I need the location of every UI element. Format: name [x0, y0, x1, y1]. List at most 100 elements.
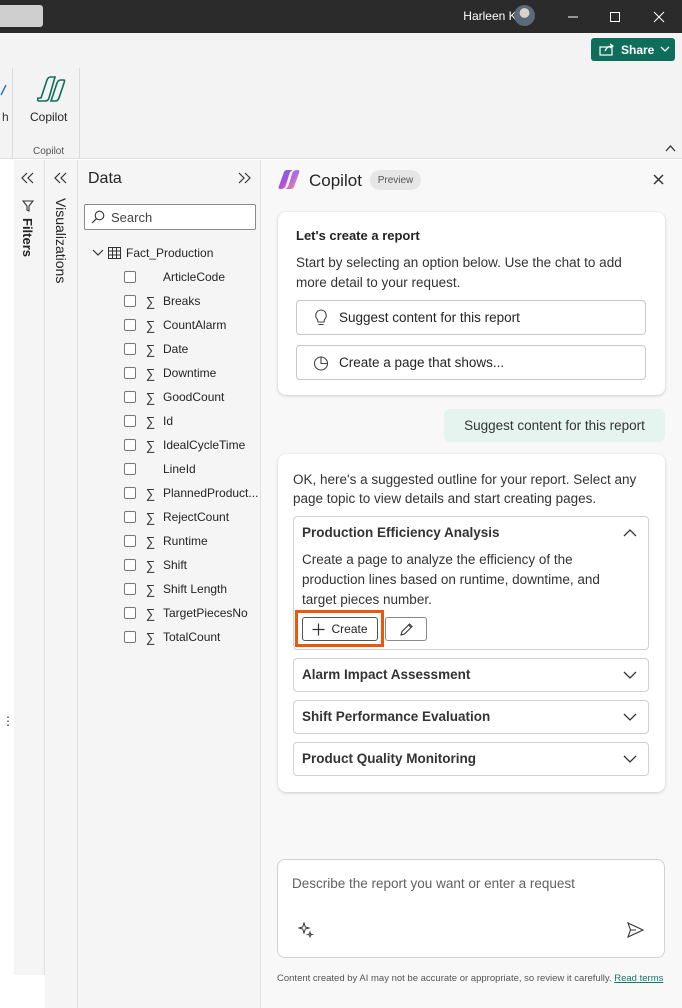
- field-checkbox[interactable]: [124, 607, 136, 619]
- field-checkbox[interactable]: [124, 319, 136, 331]
- minimize-icon: [568, 16, 578, 17]
- chevron-down-icon[interactable]: [623, 710, 637, 724]
- suggest-content-button[interactable]: Suggest content for this report: [296, 300, 646, 335]
- field-row[interactable]: ∑ IdealCycleTime: [124, 433, 245, 457]
- field-row[interactable]: ∑ Shift Length: [124, 577, 227, 601]
- send-icon[interactable]: [627, 922, 644, 938]
- field-checkbox[interactable]: [124, 631, 136, 643]
- field-name: PlannedProduct...: [163, 486, 259, 500]
- topic-description-line1: Create a page to analyze the efficiency …: [302, 552, 573, 567]
- field-row[interactable]: ∑ CountAlarm: [124, 313, 226, 337]
- field-checkbox[interactable]: [124, 463, 136, 475]
- field-row[interactable]: ∑ Downtime: [124, 361, 216, 385]
- intro-text-line2: more detail to your request.: [296, 275, 461, 290]
- field-row[interactable]: ∑ Shift: [124, 553, 187, 577]
- sparkle-icon[interactable]: [298, 922, 314, 938]
- field-name: GoodCount: [163, 390, 225, 404]
- copilot-ribbon-button[interactable]: Copilot: [22, 70, 78, 130]
- topic-description-line2: production lines based on runtime, downt…: [302, 572, 600, 587]
- field-name: Shift: [163, 558, 188, 572]
- sigma-icon: ∑: [145, 293, 156, 309]
- collapse-ribbon-icon[interactable]: [665, 144, 676, 152]
- edit-button[interactable]: [385, 617, 427, 641]
- field-row[interactable]: ∑ TotalCount: [124, 625, 220, 649]
- field-checkbox[interactable]: [124, 367, 136, 379]
- share-icon: [599, 43, 615, 56]
- field-row[interactable]: ArticleCode: [124, 265, 225, 289]
- close-copilot-icon[interactable]: [653, 174, 664, 185]
- field-checkbox[interactable]: [124, 439, 136, 451]
- field-checkbox[interactable]: [124, 511, 136, 523]
- topic-title[interactable]: Shift Performance Evaluation: [302, 709, 490, 724]
- read-terms-link-part2[interactable]: terms: [640, 973, 664, 984]
- field-checkbox[interactable]: [124, 295, 136, 307]
- chevron-down-icon[interactable]: [623, 752, 637, 766]
- topic-title[interactable]: Product Quality Monitoring: [302, 751, 476, 766]
- search-placeholder: Search: [111, 209, 153, 225]
- more-dots[interactable]: ⋮: [2, 714, 14, 728]
- field-checkbox[interactable]: [124, 271, 136, 283]
- table-icon: [108, 247, 121, 259]
- field-name: Runtime: [163, 534, 208, 548]
- field-checkbox[interactable]: [124, 535, 136, 547]
- sigma-icon: ∑: [145, 413, 156, 429]
- read-terms-link[interactable]: Read terms: [614, 973, 663, 984]
- field-name: TotalCount: [163, 630, 221, 644]
- topic-title[interactable]: Alarm Impact Assessment: [302, 667, 470, 682]
- field-name: Downtime: [163, 366, 217, 380]
- field-row[interactable]: ∑ RejectCount: [124, 505, 229, 529]
- copilot-ribbon-label: Copilot: [30, 110, 68, 124]
- field-row[interactable]: ∑ Runtime: [124, 529, 208, 553]
- field-row[interactable]: ∑ Breaks: [124, 289, 200, 313]
- expand-filters-icon[interactable]: [21, 172, 34, 184]
- copilot-title: Copilot: [309, 171, 362, 190]
- field-row[interactable]: ∑ PlannedProduct...: [124, 481, 258, 505]
- field-checkbox[interactable]: [124, 415, 136, 427]
- field-checkbox[interactable]: [124, 559, 136, 571]
- field-checkbox[interactable]: [124, 343, 136, 355]
- field-name: ArticleCode: [163, 270, 226, 284]
- copilot-logo-icon: [278, 170, 300, 189]
- search-input[interactable]: Search: [84, 204, 256, 230]
- maximize-button[interactable]: [592, 0, 638, 33]
- close-window-button[interactable]: [636, 0, 682, 33]
- chat-input[interactable]: [277, 859, 665, 958]
- visualizations-label[interactable]: Visualizations: [53, 198, 69, 283]
- minimize-button[interactable]: [550, 0, 596, 33]
- sigma-icon: ∑: [145, 509, 156, 525]
- create-page-button[interactable]: Create a page that shows...: [296, 345, 646, 380]
- title-search-box[interactable]: [0, 5, 43, 27]
- share-button[interactable]: Share: [591, 38, 675, 61]
- field-name: Breaks: [163, 294, 201, 308]
- field-checkbox[interactable]: [124, 487, 136, 499]
- topic-title[interactable]: Production Efficiency Analysis: [302, 525, 500, 540]
- field-row[interactable]: ∑ GoodCount: [124, 385, 224, 409]
- field-row[interactable]: LineId: [124, 457, 196, 481]
- expand-visualizations-icon[interactable]: [54, 172, 67, 184]
- canvas-edge: [0, 160, 14, 975]
- intro-title: Let's create a report: [296, 228, 420, 243]
- partial-ribbon-icon: [0, 84, 7, 96]
- sigma-icon: ∑: [145, 629, 156, 645]
- create-button[interactable]: Create: [302, 617, 378, 641]
- collapse-data-pane-icon[interactable]: [238, 172, 251, 184]
- read-terms-link-part1[interactable]: Read: [614, 973, 637, 984]
- share-label: Share: [621, 42, 655, 57]
- field-row[interactable]: ∑ TargetPiecesNo: [124, 601, 248, 625]
- field-name: Date: [163, 342, 189, 356]
- disclaimer: Content created by AI may not be accurat…: [277, 972, 667, 985]
- field-checkbox[interactable]: [124, 391, 136, 403]
- user-message-bubble: Suggest content for this report: [444, 409, 665, 442]
- sigma-icon: ∑: [145, 605, 156, 621]
- chevron-up-icon[interactable]: [623, 526, 637, 540]
- avatar[interactable]: [514, 5, 535, 26]
- data-pane-title: Data: [88, 170, 122, 187]
- field-name: RejectCount: [163, 510, 230, 524]
- table-fact-production[interactable]: Fact_Production: [92, 244, 213, 262]
- field-row[interactable]: ∑ Id: [124, 409, 173, 433]
- field-checkbox[interactable]: [124, 583, 136, 595]
- field-name: TargetPiecesNo: [163, 606, 248, 620]
- field-row[interactable]: ∑ Date: [124, 337, 188, 361]
- chevron-down-icon[interactable]: [623, 668, 637, 682]
- filters-label[interactable]: Filters: [20, 218, 35, 257]
